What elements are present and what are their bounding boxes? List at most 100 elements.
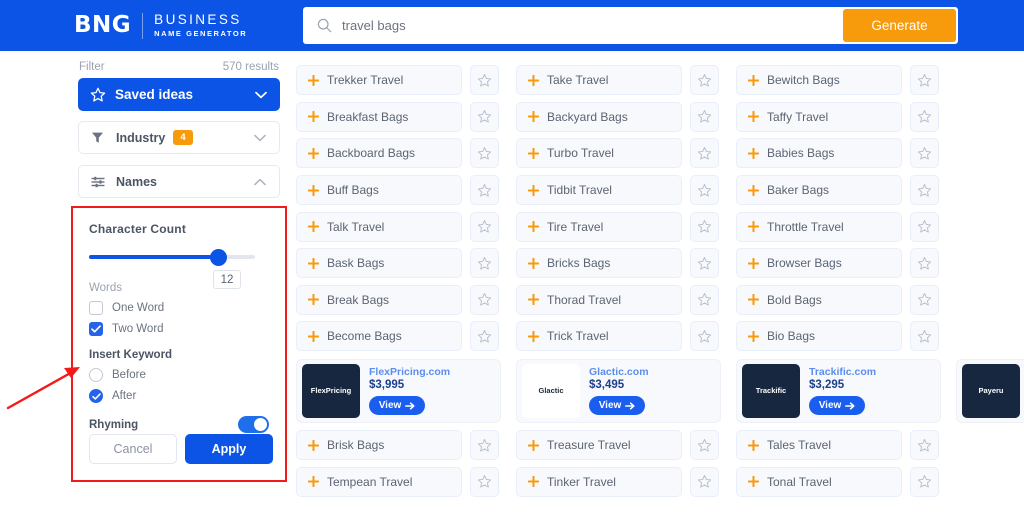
favorite-star-button[interactable] xyxy=(470,321,499,352)
name-card-label: Bold Bags xyxy=(767,292,822,307)
slider-thumb[interactable] xyxy=(210,249,227,266)
checkbox-one-word[interactable]: One Word xyxy=(89,301,269,315)
domain-name: FlexPricing.com xyxy=(369,366,451,379)
name-card[interactable]: Baker Bags xyxy=(736,175,902,206)
domain-promo-card[interactable]: PayeruPayeru.com$2,695View xyxy=(956,358,1024,423)
name-card[interactable]: Become Bags xyxy=(296,321,462,352)
arrow-right-icon xyxy=(845,402,855,410)
name-card[interactable]: Take Travel xyxy=(516,65,682,96)
name-result-item: Throttle Travel xyxy=(736,208,956,245)
domain-logo-text: FlexPricing xyxy=(310,386,352,396)
favorite-star-button[interactable] xyxy=(910,175,939,206)
name-card[interactable]: Browser Bags xyxy=(736,248,902,279)
name-card[interactable]: Tinker Travel xyxy=(516,466,682,497)
generate-button[interactable]: Generate xyxy=(843,9,956,42)
slider-value-tooltip: 12 xyxy=(213,270,241,289)
name-card[interactable]: Bewitch Bags xyxy=(736,65,902,96)
domain-view-button[interactable]: View xyxy=(589,396,645,416)
domain-promo-card[interactable]: Glactic Glactic.com $3,495 View xyxy=(516,358,721,423)
favorite-star-button[interactable] xyxy=(910,466,939,497)
favorite-star-button[interactable] xyxy=(690,321,719,352)
domain-promo-card[interactable]: FlexPricing FlexPricing.com $3,995 View xyxy=(296,358,501,423)
favorite-star-button[interactable] xyxy=(470,175,499,206)
plus-icon xyxy=(748,184,759,196)
favorite-star-button[interactable] xyxy=(470,138,499,169)
favorite-star-button[interactable] xyxy=(690,65,719,96)
name-card[interactable]: Breakfast Bags xyxy=(296,101,462,132)
favorite-star-button[interactable] xyxy=(690,175,719,206)
domain-view-button[interactable]: View xyxy=(369,396,425,416)
favorite-star-button[interactable] xyxy=(690,138,719,169)
favorite-star-button[interactable] xyxy=(690,430,719,461)
name-card[interactable]: Trick Travel xyxy=(516,321,682,352)
favorite-star-button[interactable] xyxy=(690,101,719,132)
domain-promo-card[interactable]: Trackific Trackific.com $3,295 View xyxy=(736,358,941,423)
name-card-label: Taffy Travel xyxy=(767,109,829,124)
name-card[interactable]: Bold Bags xyxy=(736,284,902,315)
checkbox-two-word[interactable]: Two Word xyxy=(89,322,269,336)
name-card[interactable]: Buff Bags xyxy=(296,175,462,206)
name-result-item: Break Bags xyxy=(296,282,516,319)
name-card[interactable]: Treasure Travel xyxy=(516,430,682,461)
domain-name: Glactic.com xyxy=(589,366,649,379)
name-card[interactable]: Taffy Travel xyxy=(736,101,902,132)
favorite-star-button[interactable] xyxy=(470,466,499,497)
name-card[interactable]: Trekker Travel xyxy=(296,65,462,96)
name-card[interactable]: Bio Bags xyxy=(736,321,902,352)
name-card[interactable]: Break Bags xyxy=(296,284,462,315)
name-card[interactable]: Backyard Bags xyxy=(516,101,682,132)
domain-view-button[interactable]: View xyxy=(809,396,865,416)
plus-icon xyxy=(528,74,539,86)
app-logo[interactable]: BNG BUSINESS NAME GENERATOR xyxy=(74,9,247,43)
star-outline-icon xyxy=(917,475,932,488)
favorite-star-button[interactable] xyxy=(470,65,499,96)
favorite-star-button[interactable] xyxy=(470,248,499,279)
filter-header: Filter 570 results xyxy=(79,61,279,73)
name-card[interactable]: Babies Bags xyxy=(736,138,902,169)
favorite-star-button[interactable] xyxy=(470,211,499,242)
favorite-star-button[interactable] xyxy=(690,211,719,242)
favorite-star-button[interactable] xyxy=(470,284,499,315)
name-card[interactable]: Thorad Travel xyxy=(516,284,682,315)
name-card[interactable]: Tonal Travel xyxy=(736,466,902,497)
search-input[interactable] xyxy=(342,7,843,44)
radio-after[interactable]: After xyxy=(89,389,269,403)
name-card-label: Buff Bags xyxy=(327,183,379,198)
search-bar[interactable]: Generate xyxy=(303,7,958,44)
favorite-star-button[interactable] xyxy=(910,65,939,96)
accordion-industry[interactable]: Industry 4 xyxy=(78,121,280,154)
cancel-button[interactable]: Cancel xyxy=(89,434,177,464)
name-card[interactable]: Brisk Bags xyxy=(296,430,462,461)
name-card[interactable]: Turbo Travel xyxy=(516,138,682,169)
name-card[interactable]: Talk Travel xyxy=(296,211,462,242)
favorite-star-button[interactable] xyxy=(910,321,939,352)
favorite-star-button[interactable] xyxy=(910,284,939,315)
name-card[interactable]: Tempean Travel xyxy=(296,466,462,497)
results-panel: Trekker Travel Take Travel Bewitch Bags Bre… xyxy=(296,62,1024,516)
favorite-star-button[interactable] xyxy=(470,101,499,132)
name-card[interactable]: Backboard Bags xyxy=(296,138,462,169)
character-count-slider[interactable]: 12 xyxy=(89,249,269,289)
name-result-item: Bask Bags xyxy=(296,245,516,282)
favorite-star-button[interactable] xyxy=(690,248,719,279)
rhyming-toggle[interactable] xyxy=(238,416,269,433)
accordion-names[interactable]: Names xyxy=(78,165,280,198)
favorite-star-button[interactable] xyxy=(910,138,939,169)
name-card[interactable]: Bask Bags xyxy=(296,248,462,279)
favorite-star-button[interactable] xyxy=(690,466,719,497)
favorite-star-button[interactable] xyxy=(690,284,719,315)
name-card[interactable]: Bricks Bags xyxy=(516,248,682,279)
name-card[interactable]: Tire Travel xyxy=(516,211,682,242)
favorite-star-button[interactable] xyxy=(910,211,939,242)
favorite-star-button[interactable] xyxy=(910,248,939,279)
search-icon xyxy=(317,18,332,33)
favorite-star-button[interactable] xyxy=(470,430,499,461)
name-card[interactable]: Throttle Travel xyxy=(736,211,902,242)
apply-button[interactable]: Apply xyxy=(185,434,273,464)
radio-before[interactable]: Before xyxy=(89,368,269,382)
favorite-star-button[interactable] xyxy=(910,430,939,461)
name-card[interactable]: Tidbit Travel xyxy=(516,175,682,206)
saved-ideas-button[interactable]: Saved ideas xyxy=(78,78,280,111)
favorite-star-button[interactable] xyxy=(910,101,939,132)
name-card[interactable]: Tales Travel xyxy=(736,430,902,461)
